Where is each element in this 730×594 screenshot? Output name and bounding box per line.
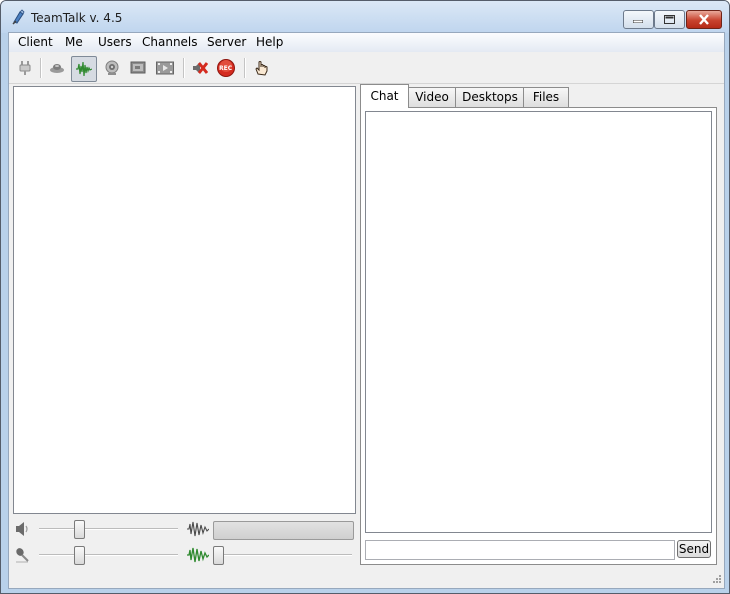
menu-users[interactable]: Users bbox=[98, 35, 132, 49]
menu-server[interactable]: Server bbox=[207, 35, 246, 49]
toolbar: REC bbox=[9, 53, 724, 84]
menu-bar: Client Me Users Channels Server Help bbox=[9, 33, 724, 52]
raise-hand-button[interactable] bbox=[250, 57, 272, 79]
window-title: TeamTalk v. 4.5 bbox=[31, 11, 123, 25]
voice-transmit-icon bbox=[76, 61, 92, 77]
desktop-share-icon bbox=[130, 61, 146, 74]
status-bar bbox=[9, 570, 724, 588]
webcam-button[interactable] bbox=[101, 57, 123, 79]
mute-all-icon bbox=[193, 62, 208, 74]
maximize-icon bbox=[664, 15, 675, 24]
mic-gain-slider[interactable] bbox=[73, 546, 85, 565]
voice-level-meter bbox=[213, 521, 354, 540]
microphone-icon bbox=[16, 548, 29, 563]
connect-icon bbox=[19, 61, 31, 75]
toolbar-separator bbox=[40, 58, 42, 78]
main-client-area: Client Me Users Channels Server Help REC… bbox=[8, 32, 725, 589]
video-file-icon bbox=[156, 61, 174, 75]
chat-message-input[interactable] bbox=[365, 540, 675, 560]
menu-channels[interactable]: Channels bbox=[142, 35, 198, 49]
menu-me[interactable]: Me bbox=[65, 35, 83, 49]
webcam-icon bbox=[105, 60, 119, 75]
title-bar[interactable]: TeamTalk v. 4.5 bbox=[1, 1, 729, 33]
chat-panel: Send bbox=[360, 107, 717, 565]
voice-activation-track bbox=[213, 554, 352, 556]
voice-level-icon bbox=[187, 521, 209, 537]
mic-gain-track bbox=[39, 554, 178, 556]
connect-button[interactable] bbox=[14, 57, 36, 79]
voice-transmit-button[interactable] bbox=[71, 56, 97, 82]
tab-files[interactable]: Files bbox=[523, 87, 569, 107]
send-button[interactable]: Send bbox=[677, 540, 711, 558]
menu-client[interactable]: Client bbox=[18, 35, 53, 49]
channel-tree[interactable] bbox=[13, 86, 356, 514]
record-button[interactable]: REC bbox=[215, 57, 237, 79]
master-volume-slider[interactable] bbox=[73, 520, 85, 539]
master-volume-track bbox=[39, 528, 178, 530]
tab-video[interactable]: Video bbox=[407, 87, 457, 107]
stream-media-button[interactable] bbox=[46, 57, 68, 79]
toolbar-separator bbox=[244, 58, 246, 78]
voice-activation-icon bbox=[187, 547, 209, 563]
close-button[interactable] bbox=[686, 10, 722, 29]
stream-media-icon bbox=[50, 64, 64, 73]
close-icon bbox=[699, 14, 709, 25]
teamtalk-logo-icon bbox=[12, 9, 25, 25]
maximize-button[interactable] bbox=[654, 10, 685, 29]
resize-grip-icon[interactable] bbox=[710, 574, 722, 586]
menu-help[interactable]: Help bbox=[256, 35, 283, 49]
chat-history[interactable] bbox=[365, 111, 712, 533]
record-label: REC bbox=[219, 65, 233, 72]
voice-activation-slider[interactable] bbox=[213, 546, 224, 565]
toolbar-separator bbox=[183, 58, 185, 78]
tab-desktops[interactable]: Desktops bbox=[455, 87, 525, 107]
speaker-icon bbox=[16, 522, 28, 536]
hand-icon bbox=[255, 61, 268, 76]
tab-chat[interactable]: Chat bbox=[360, 84, 409, 108]
minimize-icon bbox=[633, 20, 643, 23]
video-file-button[interactable] bbox=[153, 57, 175, 79]
desktop-share-button[interactable] bbox=[127, 57, 149, 79]
app-window: TeamTalk v. 4.5 Client Me Users Channels… bbox=[0, 0, 730, 594]
mute-all-button[interactable] bbox=[189, 57, 211, 79]
minimize-button[interactable] bbox=[623, 10, 654, 29]
